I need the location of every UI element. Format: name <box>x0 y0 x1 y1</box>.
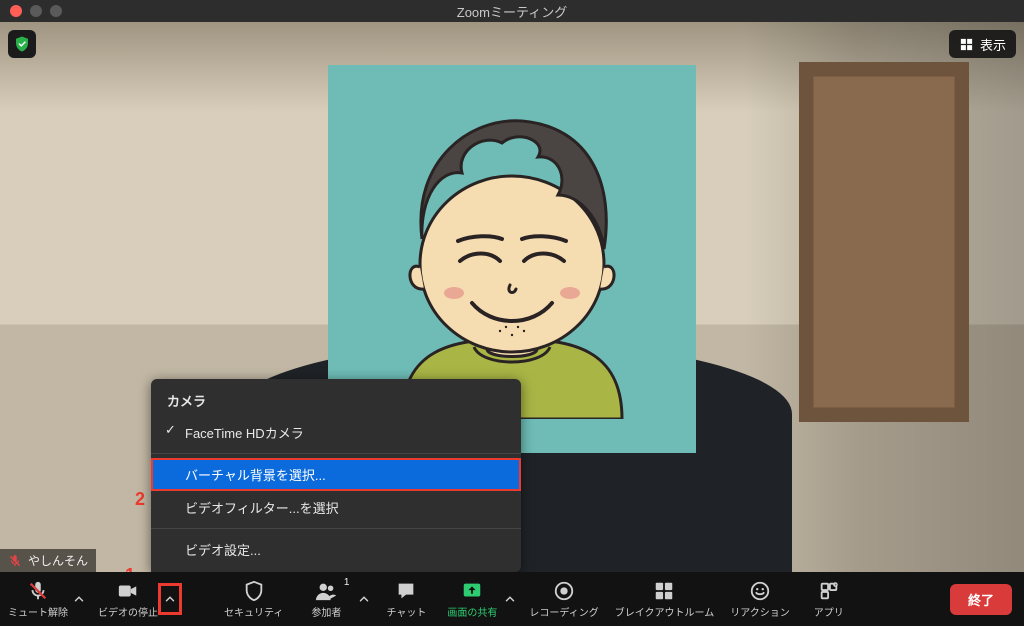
end-meeting-button[interactable]: 終了 <box>950 584 1012 615</box>
zoom-window: Zoomミーティング <box>0 0 1024 626</box>
chat-icon <box>395 580 417 602</box>
menu-item-facetime-camera[interactable]: FaceTime HDカメラ <box>151 416 521 449</box>
record-label: レコーディング <box>529 604 598 619</box>
video-options-menu: カメラ FaceTime HDカメラ バーチャル背景を選択... ビデオフィルタ… <box>151 379 521 572</box>
window-close-button[interactable] <box>10 5 22 17</box>
breakout-rooms-icon <box>653 580 675 602</box>
video-label: ビデオの停止 <box>98 604 158 619</box>
titlebar: Zoomミーティング <box>0 0 1024 22</box>
breakout-button[interactable]: ブレイクアウトルーム <box>607 572 723 626</box>
mute-button[interactable]: ミュート解除 <box>0 572 68 626</box>
window-title: Zoomミーティング <box>0 2 1024 21</box>
video-button[interactable]: ビデオの停止 <box>90 572 158 626</box>
menu-item-virtual-background[interactable]: バーチャル背景を選択... <box>151 458 521 491</box>
share-screen-icon <box>461 580 483 602</box>
participants-button[interactable]: 1 参加者 <box>291 572 353 626</box>
share-screen-button[interactable]: 画面の共有 <box>437 572 499 626</box>
menu-separator <box>151 453 521 454</box>
reactions-button[interactable]: リアクション <box>722 572 798 626</box>
chat-label: チャット <box>386 604 426 619</box>
breakout-label: ブレイクアウトルーム <box>615 604 715 619</box>
svg-text:+: + <box>834 582 837 587</box>
chevron-up-icon <box>503 592 517 606</box>
view-button[interactable]: 表示 <box>949 30 1016 58</box>
microphone-muted-icon <box>27 580 49 602</box>
encryption-shield-button[interactable] <box>8 30 36 58</box>
record-button[interactable]: レコーディング <box>521 572 606 626</box>
participants-label: 参加者 <box>311 604 341 619</box>
chevron-up-icon <box>163 592 177 606</box>
reactions-label: リアクション <box>730 604 790 619</box>
shield-icon <box>243 580 265 602</box>
bottom-toolbar: ミュート解除 ビデオの停止 セキュリティ 1 参加者 チャット <box>0 572 1024 626</box>
chevron-up-icon <box>72 592 86 606</box>
view-button-label: 表示 <box>980 35 1006 54</box>
chevron-up-icon <box>357 592 371 606</box>
video-icon <box>117 580 139 602</box>
window-zoom-button[interactable] <box>50 5 62 17</box>
smile-icon <box>749 580 771 602</box>
participants-icon <box>315 580 337 602</box>
record-icon <box>553 580 575 602</box>
end-label: 終了 <box>968 593 994 608</box>
window-minimize-button[interactable] <box>30 5 42 17</box>
apps-button[interactable]: + アプリ <box>798 572 860 626</box>
mute-label: ミュート解除 <box>8 604 68 619</box>
menu-separator <box>151 528 521 529</box>
participant-name: やしんそん <box>28 552 88 569</box>
participants-options-caret[interactable] <box>353 572 375 626</box>
menu-section-camera: カメラ <box>151 385 521 416</box>
security-label: セキュリティ <box>224 604 283 619</box>
chat-button[interactable]: チャット <box>375 572 437 626</box>
menu-item-video-filter[interactable]: ビデオフィルター...を選択 <box>151 491 521 524</box>
participants-count: 1 <box>344 577 350 588</box>
grid-icon <box>959 37 974 52</box>
apps-icon: + <box>818 580 840 602</box>
menu-item-video-settings[interactable]: ビデオ設定... <box>151 533 521 566</box>
participant-name-tag: やしんそん <box>0 549 96 572</box>
security-button[interactable]: セキュリティ <box>216 572 291 626</box>
annotation-2: 2 <box>135 489 145 510</box>
mic-muted-icon <box>8 554 22 568</box>
traffic-lights <box>10 5 62 17</box>
video-options-caret[interactable] <box>158 583 182 615</box>
share-label: 画面の共有 <box>447 604 497 619</box>
mute-options-caret[interactable] <box>68 572 90 626</box>
share-options-caret[interactable] <box>499 572 521 626</box>
shield-check-icon <box>13 35 31 53</box>
avatar-illustration <box>362 99 662 419</box>
apps-label: アプリ <box>814 604 844 619</box>
